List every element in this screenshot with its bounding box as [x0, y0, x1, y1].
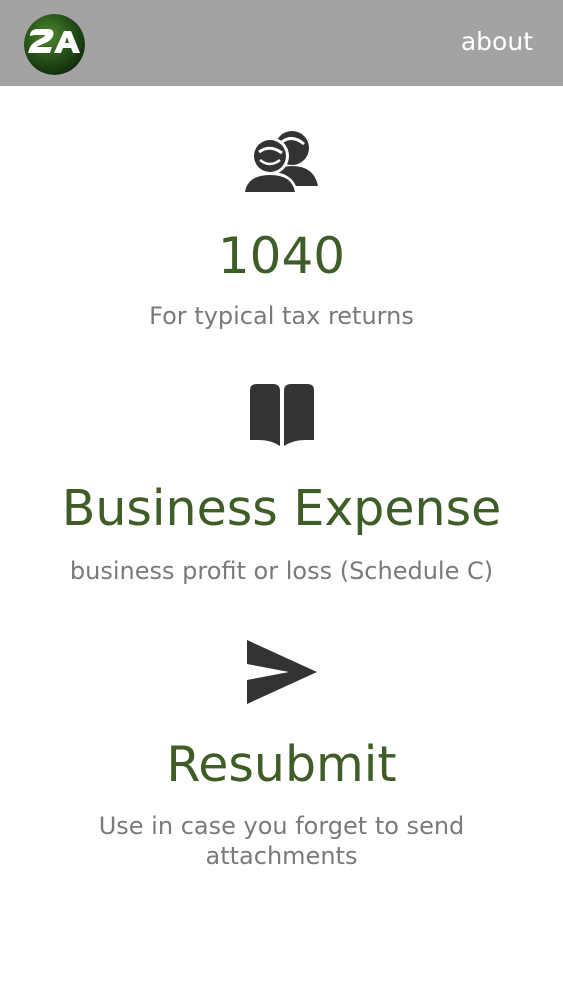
brand-logo[interactable] — [24, 14, 85, 75]
option-resubmit[interactable]: Resubmit Use in case you forget to send … — [0, 630, 563, 880]
option-title: Resubmit — [166, 736, 397, 793]
book-icon — [247, 382, 317, 452]
option-business-expense[interactable]: Business Expense business profit or loss… — [0, 370, 563, 600]
option-1040[interactable]: 1040 For typical tax returns — [0, 120, 563, 340]
option-title: Business Expense — [61, 480, 502, 537]
option-description: For typical tax returns — [149, 302, 414, 330]
send-icon — [245, 638, 319, 710]
option-title: 1040 — [217, 227, 346, 285]
app-header: about — [0, 0, 563, 86]
users-icon — [241, 126, 322, 200]
option-description: business profit or loss (Schedule C) — [69, 557, 494, 585]
about-link[interactable]: about — [461, 26, 533, 58]
logo-icon — [24, 14, 85, 75]
option-description: Use in case you forget to send attachmen… — [98, 812, 465, 870]
